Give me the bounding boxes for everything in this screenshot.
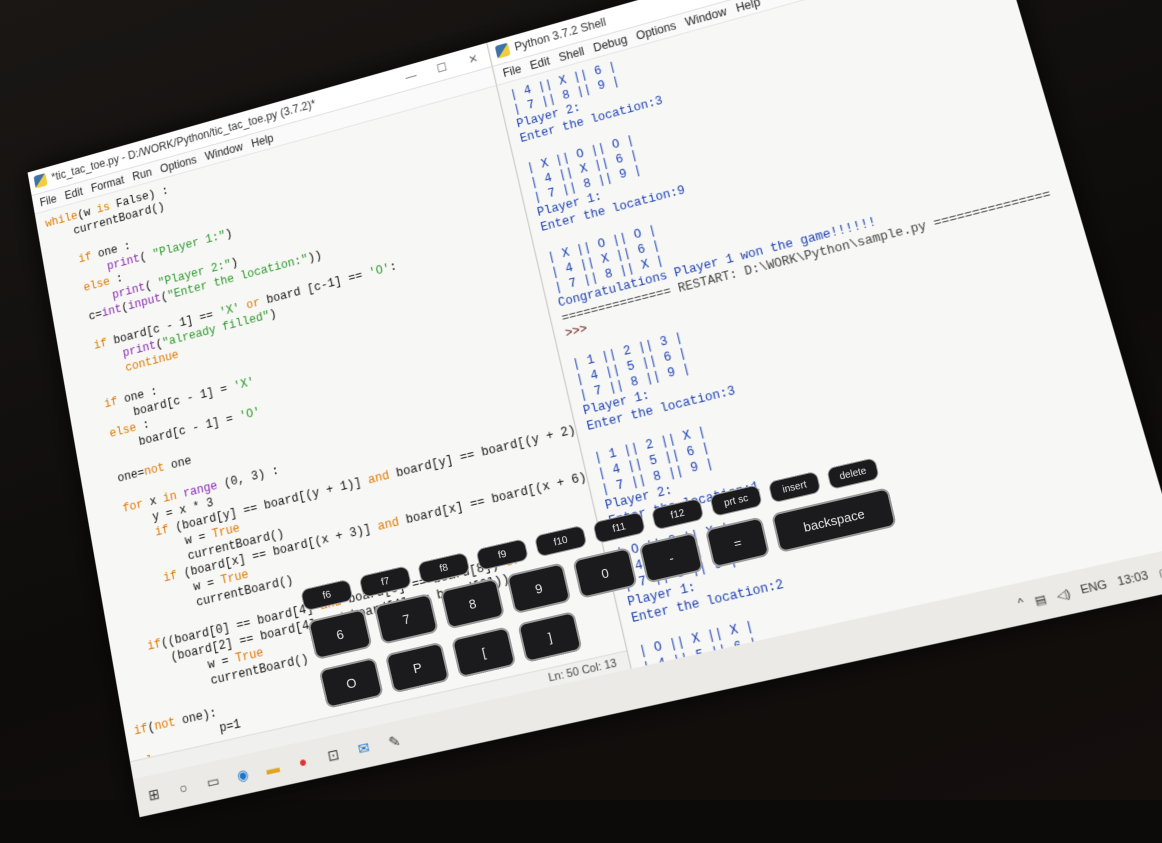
key-right-bracket[interactable]: ] [517,610,583,663]
key-0[interactable]: 0 [572,546,638,599]
menu-run[interactable]: Run [131,166,152,184]
windows-start-icon[interactable]: ⊞ [144,784,164,806]
close-icon[interactable]: ✕ [456,48,490,69]
key-8[interactable]: 8 [439,577,506,630]
key-9[interactable]: 9 [505,562,572,615]
shell-menu-file[interactable]: File [502,62,523,80]
key-left-bracket[interactable]: [ [450,626,517,679]
menu-edit[interactable]: Edit [64,185,84,202]
key-7[interactable]: 7 [373,592,439,645]
minimize-icon[interactable]: — [394,66,428,87]
python-icon [33,173,48,189]
task-view-icon[interactable]: ▭ [203,770,223,792]
python-shell-icon [494,42,511,59]
shell-menu-edit[interactable]: Edit [529,54,551,72]
key-p[interactable]: P [384,641,451,694]
key-o[interactable]: O [318,656,384,709]
chrome-icon[interactable]: ● [293,751,314,773]
menu-file[interactable]: File [39,192,58,209]
search-circle-icon[interactable]: ○ [173,777,193,799]
file-explorer-icon[interactable]: ▬ [263,757,283,779]
key-minus[interactable]: - [638,531,704,584]
key-6[interactable]: 6 [307,608,373,661]
menu-help[interactable]: Help [250,132,274,151]
key-equals[interactable]: = [704,516,771,569]
edge-icon[interactable]: ◉ [233,764,253,786]
maximize-icon[interactable]: ☐ [425,57,459,78]
